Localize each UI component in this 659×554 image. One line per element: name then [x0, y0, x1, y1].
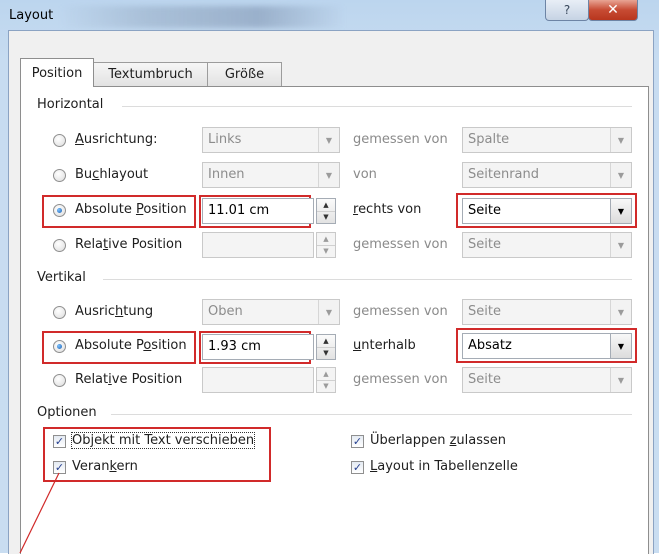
tab-position[interactable]: Position — [20, 58, 94, 87]
layout-dialog-window: Layout ? ✕ Position Textumbruch Größe Ho… — [0, 0, 659, 554]
tab-position-label: Position — [31, 65, 83, 81]
annotation-pointer-line — [19, 472, 60, 553]
annotation-line — [19, 472, 60, 553]
